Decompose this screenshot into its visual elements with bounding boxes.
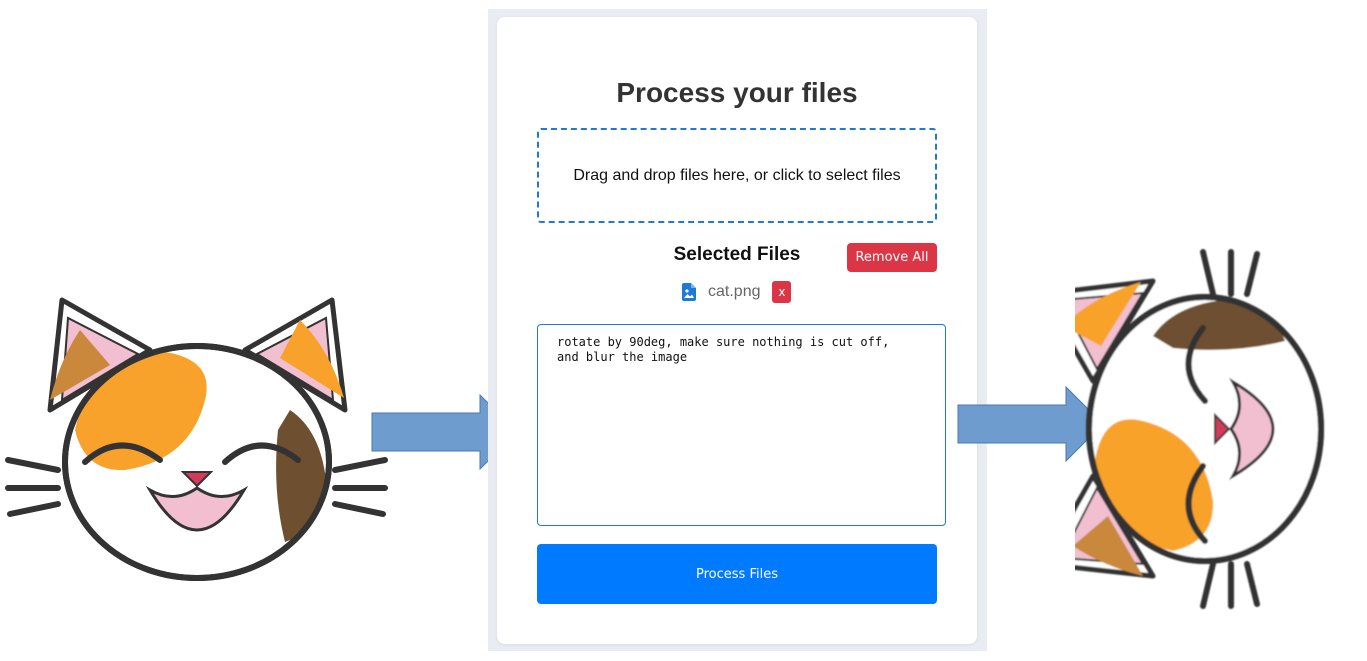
cat-illustration-output [1075, 249, 1324, 609]
process-files-button[interactable]: Process Files [537, 544, 937, 604]
file-name: cat.png [708, 283, 761, 300]
remove-file-button[interactable]: x [772, 281, 792, 303]
image-file-icon [682, 283, 696, 301]
file-dropzone[interactable]: Drag and drop files here, or click to se… [537, 128, 937, 223]
remove-all-button[interactable]: Remove All [847, 243, 937, 272]
page-title: Process your files [616, 77, 858, 108]
stage: Process your files Drag and drop files h… [0, 0, 1367, 661]
upload-card: Process your files Drag and drop files h… [497, 17, 977, 644]
instructions-textarea[interactable] [537, 324, 946, 526]
file-list-item: cat.png x [682, 280, 792, 304]
cat-illustration-input [5, 297, 388, 581]
